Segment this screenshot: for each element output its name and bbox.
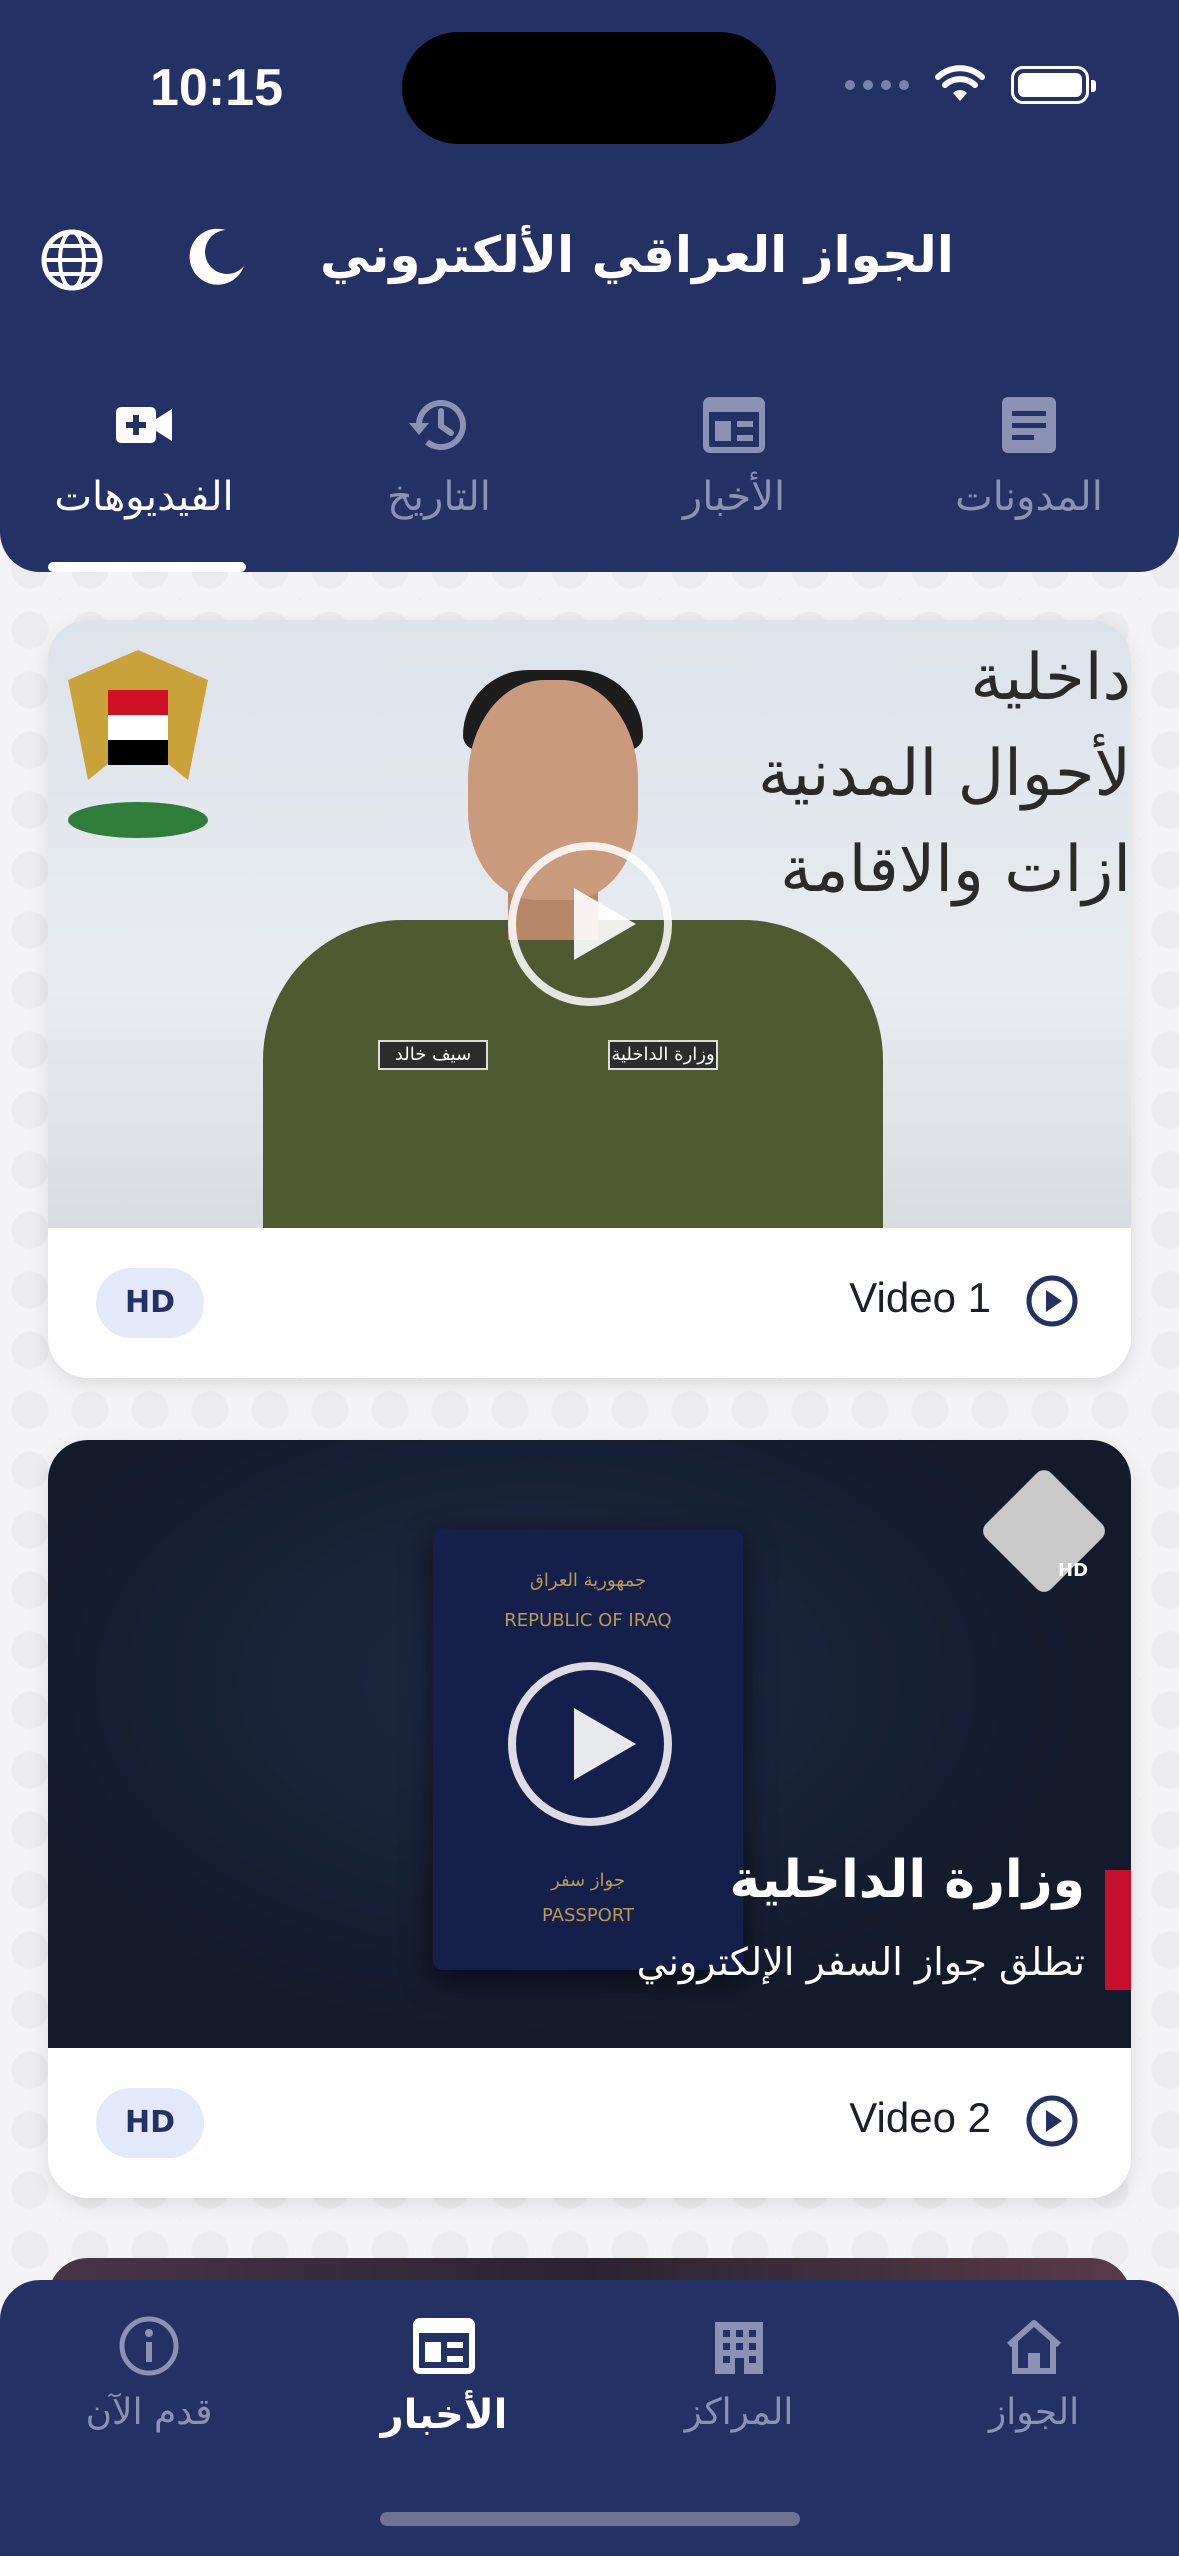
video-card[interactable]: جمهورية العراق REPUBLIC OF IRAQ جواز سفر… [48,1440,1131,2198]
play-overlay-icon[interactable] [508,842,672,1006]
status-time: 10:15 [150,59,283,117]
video-thumbnail[interactable]: داخلية لأحوال المدنية ازات والاقامة سيف … [48,620,1131,1228]
tab-label: الأخبار [682,474,786,520]
newspaper-icon [413,2318,475,2374]
tab-history[interactable]: التاريخ [329,390,549,560]
nav-item-centers[interactable]: المراكز [629,2306,849,2433]
tab-bar: المدونات الأخبار التاريخ الفيديوهات [0,390,1179,570]
hd-badge: HD [96,2088,204,2158]
channel-logo-icon [978,1465,1110,1597]
channel-hd-label: HD [1058,1560,1089,1581]
home-icon [1007,2320,1061,2374]
nav-item-apply-now[interactable]: قدم الآن [39,2306,259,2433]
signal-icon [845,80,909,90]
tab-label: الفيديوهات [54,474,234,520]
page-title: الجواز العراقي الألكتروني [320,226,954,284]
tab-news[interactable]: الأخبار [624,390,844,560]
tab-videos[interactable]: الفيديوهات [34,390,254,560]
app-header: 10:15 الجواز العراقي الألكتروني المدونات… [0,0,1179,572]
thumbnail-subline: تطلق جواز السفر الإلكتروني [636,1940,1085,1984]
play-circle-icon[interactable] [1025,1274,1079,1328]
building-icon [715,2322,763,2374]
play-circle-icon[interactable] [1025,2094,1079,2148]
info-icon [119,2316,179,2376]
wifi-icon [935,65,985,101]
battery-icon [1011,66,1096,104]
history-icon [409,400,466,451]
thumbnail-headline: وزارة الداخلية [729,1850,1086,1910]
status-icons [845,60,1096,110]
nav-label: قدم الآن [85,2392,213,2433]
nav-item-passport[interactable]: الجواز [924,2306,1144,2433]
iraq-emblem-icon [68,650,208,838]
video-title[interactable]: Video 1 [849,1274,991,1322]
document-icon [1002,397,1056,453]
tab-label: المدونات [955,474,1103,520]
tab-label: التاريخ [387,474,491,520]
dynamic-island [402,32,776,144]
play-overlay-icon[interactable] [508,1662,672,1826]
globe-icon[interactable] [38,226,106,294]
nav-label: المراكز [684,2392,794,2433]
newspaper-icon [703,397,765,453]
hd-badge: HD [96,1268,204,1338]
home-indicator[interactable] [380,2512,800,2526]
video-card[interactable]: داخلية لأحوال المدنية ازات والاقامة سيف … [48,620,1131,1378]
video-add-icon [116,407,172,443]
nav-item-news[interactable]: الأخبار [334,2306,554,2438]
nav-label: الأخبار [380,2392,508,2438]
moon-icon[interactable] [186,226,248,288]
active-tab-indicator [48,562,246,572]
tab-blogs[interactable]: المدونات [919,390,1139,560]
name-tag: وزارة الداخلية [608,1040,718,1070]
news-accent-bar [1105,1870,1131,1990]
video-thumbnail[interactable]: جمهورية العراق REPUBLIC OF IRAQ جواز سفر… [48,1440,1131,2048]
video-title[interactable]: Video 2 [849,2094,991,2142]
card-footer: HD Video 2 [48,2048,1131,2198]
name-tag: سيف خالد [378,1040,488,1070]
nav-label: الجواز [988,2392,1080,2433]
thumbnail-wall-text: داخلية لأحوال المدنية ازات والاقامة [757,641,1131,907]
card-footer: HD Video 1 [48,1228,1131,1378]
